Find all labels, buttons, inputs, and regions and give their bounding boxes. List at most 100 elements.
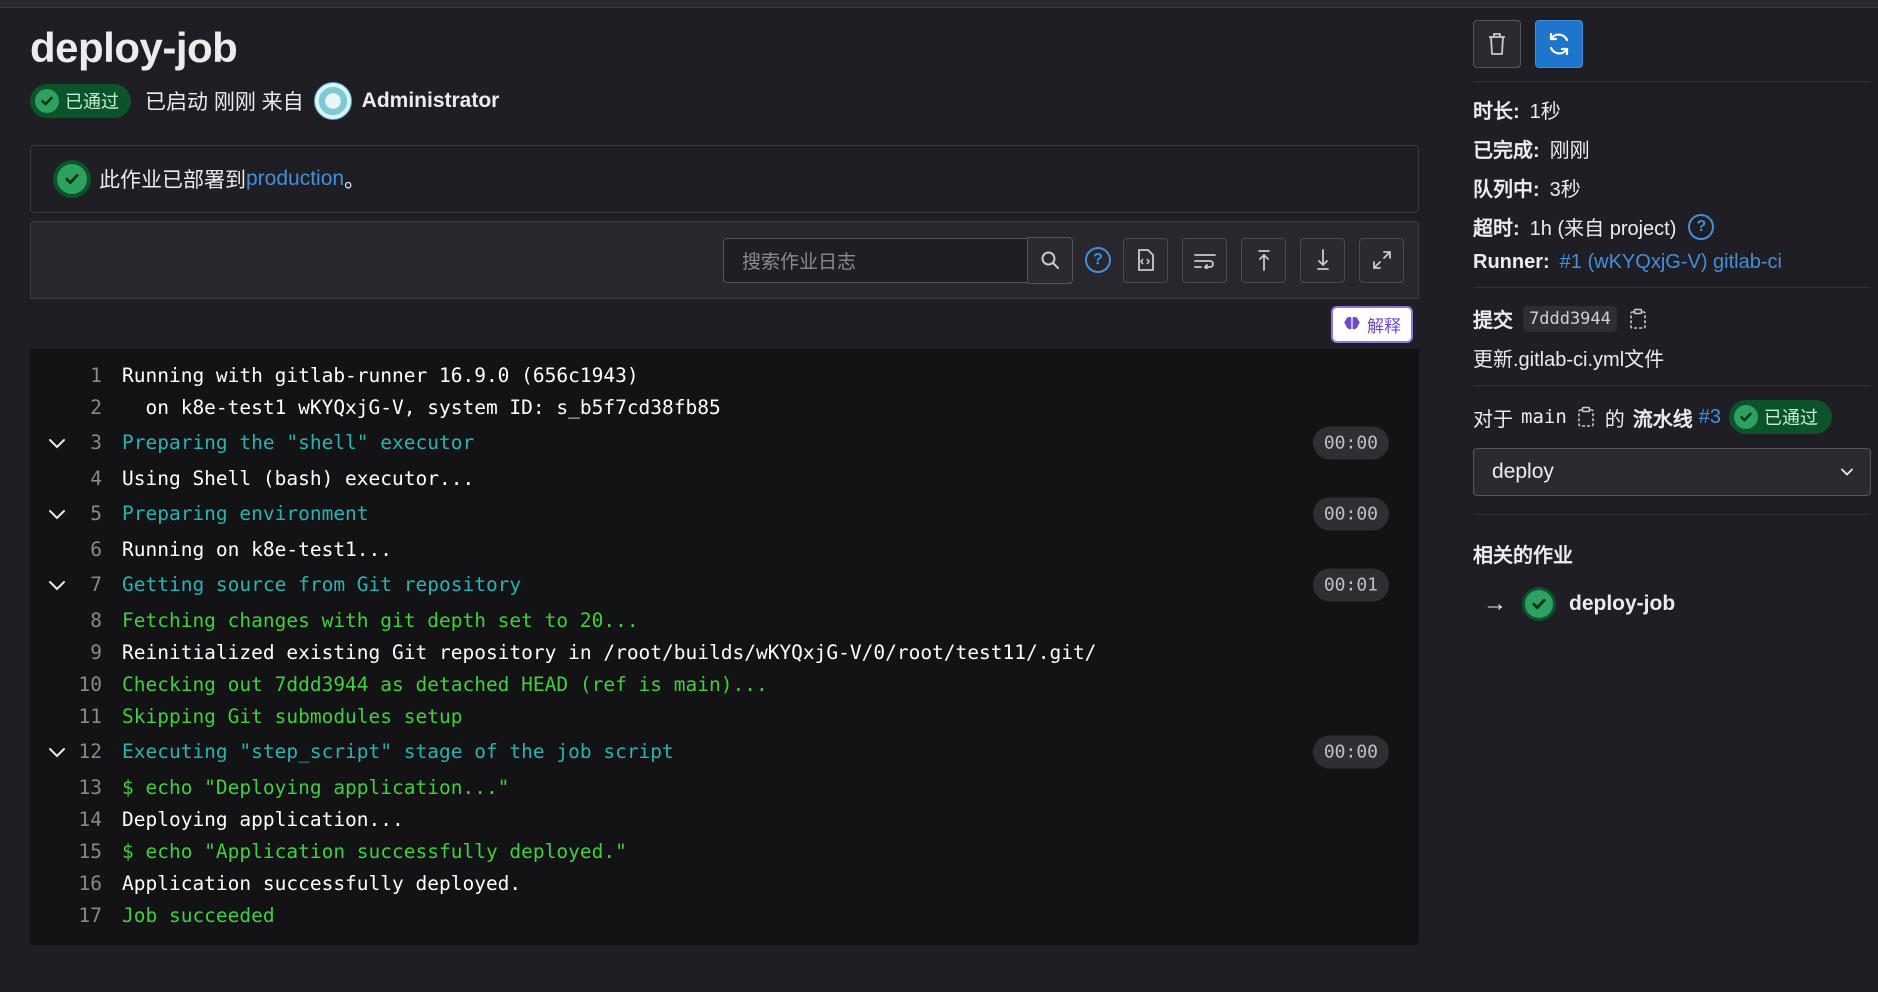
runner-label: Runner: <box>1473 251 1550 273</box>
maximize-icon <box>1372 251 1391 269</box>
line-number[interactable]: 11 <box>30 705 122 728</box>
related-jobs-title: 相关的作业 <box>1473 545 1573 567</box>
line-number[interactable]: 14 <box>30 808 122 831</box>
log-section-header[interactable]: 12 Executing "step_script" stage of the j… <box>30 732 1419 771</box>
log-text: Preparing the "shell" executor <box>122 431 475 454</box>
line-number[interactable]: 7 <box>30 573 122 596</box>
wrap-lines-button[interactable] <box>1182 237 1227 283</box>
line-number[interactable]: 4 <box>30 467 122 490</box>
line-number[interactable]: 15 <box>30 840 122 863</box>
line-number[interactable]: 16 <box>30 872 122 895</box>
log-toolbar: 搜索作业日志 ? <box>30 221 1419 299</box>
chevron-down-icon[interactable] <box>48 573 66 596</box>
pipeline-row: 对于 main 的 流水线 #3 已通过 <box>1473 400 1871 434</box>
line-number[interactable]: 13 <box>30 776 122 799</box>
fullscreen-button[interactable] <box>1359 237 1404 283</box>
commit-sha-link[interactable]: 7ddd3944 <box>1523 305 1617 332</box>
log-line: 15 $ echo "Application successfully deplo… <box>30 835 1419 867</box>
related-job-item[interactable]: → deploy-job <box>1483 590 1871 618</box>
chevron-down-icon[interactable] <box>48 502 66 525</box>
timeout-row: 超时: 1h (来自 project) ? <box>1473 212 1871 241</box>
explain-button[interactable]: 解释 <box>1331 305 1413 343</box>
scroll-to-bottom-button[interactable] <box>1300 237 1345 283</box>
section-duration-badge: 00:00 <box>1312 497 1389 530</box>
log-line: 11 Skipping Git submodules setup <box>30 700 1419 732</box>
divider <box>1473 514 1871 515</box>
raw-log-button[interactable] <box>1123 237 1168 283</box>
section-duration-badge: 00:01 <box>1312 568 1389 601</box>
job-log: 1 Running with gitlab-runner 16.9.0 (656c… <box>30 349 1419 945</box>
environment-link[interactable]: production <box>246 167 344 191</box>
log-search-input[interactable]: 搜索作业日志 <box>723 237 1028 283</box>
log-line: 2 on k8e-test1 wKYQxjG-V, system ID: s_b… <box>30 391 1419 423</box>
job-sidebar: 时长: 1秒 已完成: 刚刚 队列中: 3秒 超时: 1h (来自 project) ?… <box>1473 20 1871 618</box>
line-number[interactable]: 3 <box>30 431 122 454</box>
clipboard-icon[interactable] <box>1629 308 1647 330</box>
log-text: Getting source from Git repository <box>122 573 522 596</box>
queued-label: 队列中: <box>1473 179 1540 201</box>
line-number[interactable]: 17 <box>30 904 122 927</box>
log-line: 10 Checking out 7ddd3944 as detached HEAD… <box>30 668 1419 700</box>
chevron-down-icon[interactable] <box>48 740 66 763</box>
divider <box>1473 385 1871 386</box>
line-number[interactable]: 1 <box>30 364 122 387</box>
file-code-icon <box>1137 249 1154 271</box>
clipboard-icon[interactable] <box>1577 406 1595 428</box>
check-circle-icon <box>1734 405 1759 429</box>
commit-row: 提交 7ddd3944 <box>1473 304 1871 333</box>
section-duration-badge: 00:00 <box>1312 426 1389 459</box>
help-icon[interactable]: ? <box>1688 213 1715 240</box>
scroll-to-top-button[interactable] <box>1241 237 1286 283</box>
duration-label: 时长: <box>1473 101 1520 123</box>
log-text: Job succeeded <box>122 903 275 927</box>
arrow-right-icon: → <box>1483 590 1507 617</box>
status-label: 已通过 <box>65 92 119 112</box>
log-text: Fetching changes with git depth set to 2… <box>122 608 639 632</box>
line-number[interactable]: 9 <box>30 641 122 664</box>
log-text: $ echo "Deploying application..." <box>122 775 510 799</box>
stage-selected: deploy <box>1492 460 1554 483</box>
log-section-header[interactable]: 7 Getting source from Git repository 00:01 <box>30 565 1419 604</box>
retry-button[interactable] <box>1535 20 1583 68</box>
line-number[interactable]: 10 <box>30 673 122 696</box>
pipeline-link[interactable]: #3 <box>1699 406 1721 429</box>
line-number[interactable]: 6 <box>30 538 122 561</box>
runner-link[interactable]: #1 (wKYQxjG-V) gitlab-ci <box>1560 251 1782 274</box>
retry-icon <box>1549 32 1569 56</box>
log-line: 1 Running with gitlab-runner 16.9.0 (656c… <box>30 359 1419 391</box>
commit-message[interactable]: 更新.gitlab-ci.yml文件 <box>1473 343 1871 372</box>
job-title: deploy-job <box>30 24 238 71</box>
erase-log-button[interactable] <box>1473 20 1521 68</box>
runner-row: Runner: #1 (wKYQxjG-V) gitlab-ci <box>1473 251 1871 274</box>
deployment-alert: 此作业已部署到 production。 <box>30 145 1419 213</box>
log-line: 17 Job succeeded <box>30 899 1419 931</box>
pipeline-for-text: 对于 <box>1473 408 1513 431</box>
timeout-label: 超时: <box>1473 218 1520 240</box>
user-link[interactable]: Administrator <box>362 89 500 113</box>
text-wrap-icon <box>1193 254 1216 269</box>
chevron-down-icon[interactable] <box>48 431 66 454</box>
line-number[interactable]: 12 <box>30 740 122 763</box>
pipeline-of-text: 的 <box>1604 408 1625 431</box>
line-number[interactable]: 5 <box>30 502 122 525</box>
log-line: 13 $ echo "Deploying application..." <box>30 771 1419 803</box>
pipeline-status-badge[interactable]: 已通过 <box>1729 400 1833 434</box>
log-text: Preparing environment <box>122 502 369 525</box>
log-line: 14 Deploying application... <box>30 803 1419 835</box>
job-meta: 已通过 已启动 刚刚 来自 Administrator <box>30 82 1419 120</box>
divider <box>1473 287 1871 288</box>
line-number[interactable]: 2 <box>30 396 122 419</box>
log-text: Checking out 7ddd3944 as detached HEAD (… <box>122 672 768 696</box>
stage-dropdown[interactable]: deploy <box>1473 448 1871 496</box>
help-icon[interactable]: ? <box>1085 247 1111 273</box>
search-button[interactable] <box>1028 236 1073 284</box>
alert-suffix: 。 <box>344 169 366 192</box>
divider <box>1473 81 1871 82</box>
log-section-header[interactable]: 3 Preparing the "shell" executor 00:00 <box>30 423 1419 462</box>
line-number[interactable]: 8 <box>30 609 122 632</box>
finished-label: 已完成: <box>1473 140 1540 162</box>
status-badge[interactable]: 已通过 <box>30 84 131 118</box>
log-section-header[interactable]: 5 Preparing environment 00:00 <box>30 494 1419 533</box>
branch-link[interactable]: main <box>1521 406 1567 428</box>
avatar[interactable] <box>313 82 352 120</box>
